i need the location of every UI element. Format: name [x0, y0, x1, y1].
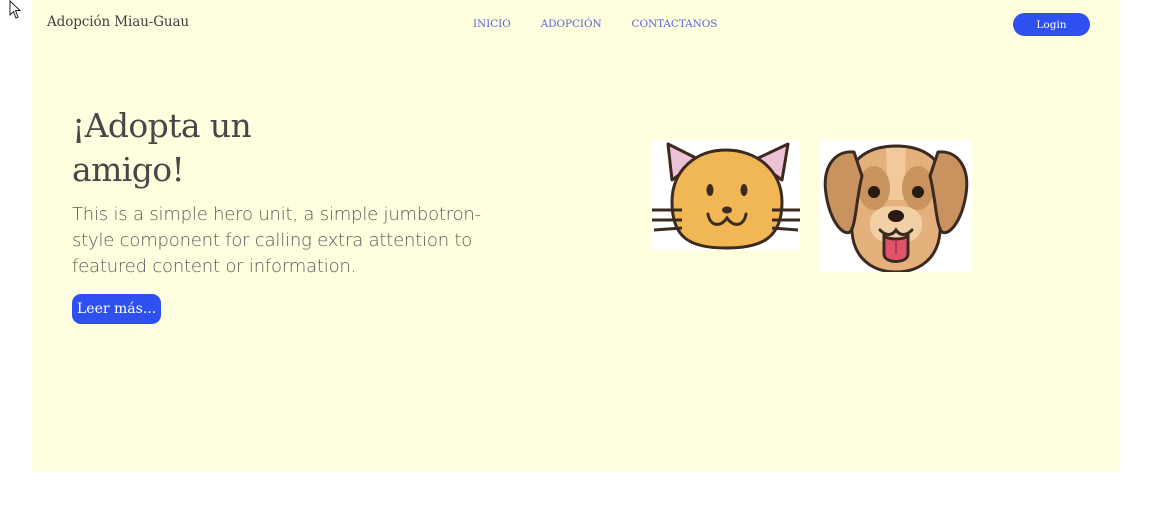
nav-link-adopcion[interactable]: ADOPCIÓN — [541, 18, 602, 30]
read-more-button[interactable]: Leer más... — [72, 294, 162, 324]
dog-image — [820, 140, 972, 274]
nav-links: INICIO ADOPCIÓN CONTACTANOS — [473, 18, 747, 30]
navbar: Adopción Miau-Guau INICIO ADOPCIÓN CONTA… — [32, 0, 1120, 48]
nav-link-contactanos[interactable]: CONTACTANOS — [632, 18, 718, 30]
hero-jumbotron: Adopción Miau-Guau INICIO ADOPCIÓN CONTA… — [32, 0, 1120, 471]
hero-title: ¡Adopta un amigo! — [72, 106, 252, 189]
mouse-cursor-icon — [9, 0, 22, 19]
cat-image — [652, 140, 800, 250]
hero-content: ¡Adopta un amigo! This is a simple hero … — [72, 104, 532, 324]
nav-link-inicio[interactable]: INICIO — [473, 18, 511, 30]
brand-logo[interactable]: Adopción Miau-Guau — [47, 14, 189, 30]
dog-face-icon — [823, 144, 969, 274]
page: Adopción Miau-Guau INICIO ADOPCIÓN CONTA… — [0, 0, 1151, 530]
cat-face-icon — [652, 142, 800, 250]
login-button[interactable]: Login — [1013, 13, 1090, 36]
hero-lead-text: This is a simple hero unit, a simple jum… — [72, 204, 481, 277]
